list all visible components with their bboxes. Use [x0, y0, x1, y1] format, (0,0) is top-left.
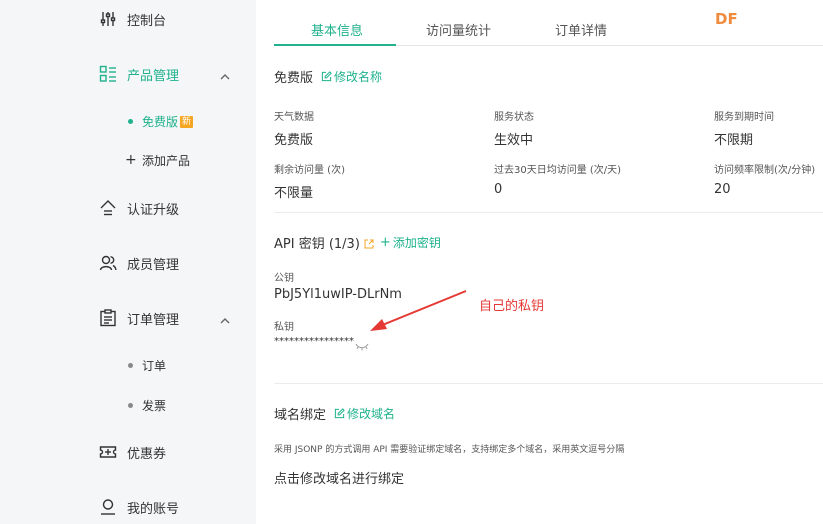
sidebar-item-label: 产品管理	[127, 68, 180, 84]
grid-list-icon	[99, 65, 117, 83]
chevron-up-icon[interactable]	[219, 312, 231, 324]
public-key-value: PbJ5Yl1uwIP-DLrNm	[274, 287, 402, 302]
info-value: 生效中	[494, 133, 534, 148]
sidebar-item-account[interactable]: 我的账号	[0, 490, 256, 524]
chevron-up-icon[interactable]	[219, 68, 231, 80]
domain-description: 采用 JSONP 的方式调用 API 需要验证绑定域名，支持绑定多个域名，采用英…	[274, 445, 625, 455]
domain-title-row: 域名绑定 修改域名	[274, 404, 395, 423]
edit-icon	[321, 71, 332, 82]
brand-logo: DF	[715, 10, 738, 28]
public-key-label: 公钥	[274, 273, 294, 284]
active-tab-indicator	[274, 44, 396, 46]
bullet-icon	[128, 119, 133, 124]
sidebar-item-label: 成员管理	[127, 257, 180, 273]
coupon-icon	[99, 443, 117, 461]
bullet-icon	[128, 363, 133, 368]
info-value: 0	[494, 182, 503, 197]
sidebar-subitem-label: 发票	[142, 398, 167, 413]
new-badge: 新	[180, 116, 194, 128]
plan-title-row: 免费版 修改名称	[274, 67, 382, 86]
info-weather-data: 天气数据 免费版	[274, 108, 314, 148]
tab-bar: 基本信息 访问量统计 订单详情	[274, 14, 823, 46]
add-key-link[interactable]: + 添加密钥	[380, 234, 441, 251]
sidebar-subitem-invoice[interactable]: 发票	[0, 391, 256, 419]
sidebar-subitem-orders[interactable]: 订单	[0, 351, 256, 379]
sidebar-subitem-add-product[interactable]: + 添加产品	[0, 146, 256, 174]
plus-icon: +	[379, 235, 391, 250]
info-label: 访问频率限制(次/分钟)	[714, 165, 816, 176]
plan-title: 免费版	[274, 71, 314, 86]
info-value: 不限量	[274, 186, 314, 201]
sidebar-item-certification[interactable]: 认证升级	[0, 191, 256, 225]
tab-basic-info[interactable]: 基本信息	[311, 20, 363, 39]
sidebar-item-label: 我的账号	[127, 501, 180, 517]
info-expiry: 服务到期时间 不限期	[714, 108, 774, 148]
private-key-label: 私钥	[274, 322, 294, 333]
sidebar-subitem-label: 免费版新	[142, 114, 194, 129]
sidebar-item-members[interactable]: 成员管理	[0, 246, 256, 280]
edit-name-link[interactable]: 修改名称	[321, 68, 382, 85]
main-content: 基本信息 访问量统计 订单详情 DF 免费版 修改名称 天气数据 免费版 服务状…	[256, 0, 823, 524]
sidebar-item-label: 优惠券	[127, 446, 167, 462]
sidebar-subitem-label: 添加产品	[142, 153, 191, 168]
external-link-icon[interactable]	[364, 234, 374, 248]
info-label: 剩余访问量 (次)	[274, 165, 345, 176]
info-value: 20	[714, 182, 731, 197]
sidebar-item-label: 认证升级	[127, 202, 180, 218]
domain-title: 域名绑定	[274, 408, 327, 423]
sidebar: 控制台 产品管理 免费版新 + 添加产品 认证升级 成员管理 订单管理 订单 发…	[0, 0, 256, 524]
edit-icon	[334, 408, 345, 419]
user-icon	[99, 498, 117, 516]
info-label: 服务到期时间	[714, 112, 774, 123]
info-label: 过去30天日均访问量 (次/天)	[494, 165, 622, 176]
clipboard-icon	[99, 309, 117, 327]
api-key-title: API 密钥 (1/3)	[274, 237, 360, 252]
info-label: 天气数据	[274, 112, 314, 123]
info-remaining-quota: 剩余访问量 (次) 不限量	[274, 161, 345, 201]
info-value: 不限期	[714, 133, 754, 148]
tab-order-details[interactable]: 订单详情	[555, 20, 607, 39]
domain-bind-hint[interactable]: 点击修改域名进行绑定	[274, 468, 404, 487]
sidebar-item-products[interactable]: 产品管理	[0, 57, 256, 91]
annotation-text: 自己的私钥	[479, 299, 545, 314]
bullet-icon	[128, 403, 133, 408]
sliders-icon	[99, 10, 117, 28]
info-label: 服务状态	[494, 112, 534, 123]
tab-traffic-stats[interactable]: 访问量统计	[426, 20, 491, 39]
members-icon	[99, 254, 117, 272]
sidebar-item-label: 控制台	[127, 13, 167, 29]
info-service-status: 服务状态 生效中	[494, 108, 534, 148]
info-value: 免费版	[274, 133, 314, 148]
sidebar-subitem-label: 订单	[142, 358, 167, 373]
section-divider	[274, 383, 823, 384]
private-key-value: ****************	[274, 336, 354, 347]
sidebar-item-console[interactable]: 控制台	[0, 2, 256, 36]
eye-closed-icon[interactable]	[355, 336, 369, 351]
plus-icon: +	[125, 152, 137, 168]
info-rate-limit: 访问频率限制(次/分钟) 20	[714, 161, 815, 197]
sidebar-subitem-free-plan[interactable]: 免费版新	[0, 107, 256, 135]
sidebar-item-label: 订单管理	[127, 312, 180, 328]
sidebar-item-orders[interactable]: 订单管理	[0, 301, 256, 335]
edit-domain-link[interactable]: 修改域名	[334, 405, 395, 422]
info-daily-average: 过去30天日均访问量 (次/天) 0	[494, 161, 621, 197]
sidebar-item-coupons[interactable]: 优惠券	[0, 435, 256, 469]
api-key-title-row: API 密钥 (1/3) + 添加密钥	[274, 233, 441, 252]
section-divider	[274, 212, 823, 213]
upgrade-icon	[99, 199, 117, 217]
